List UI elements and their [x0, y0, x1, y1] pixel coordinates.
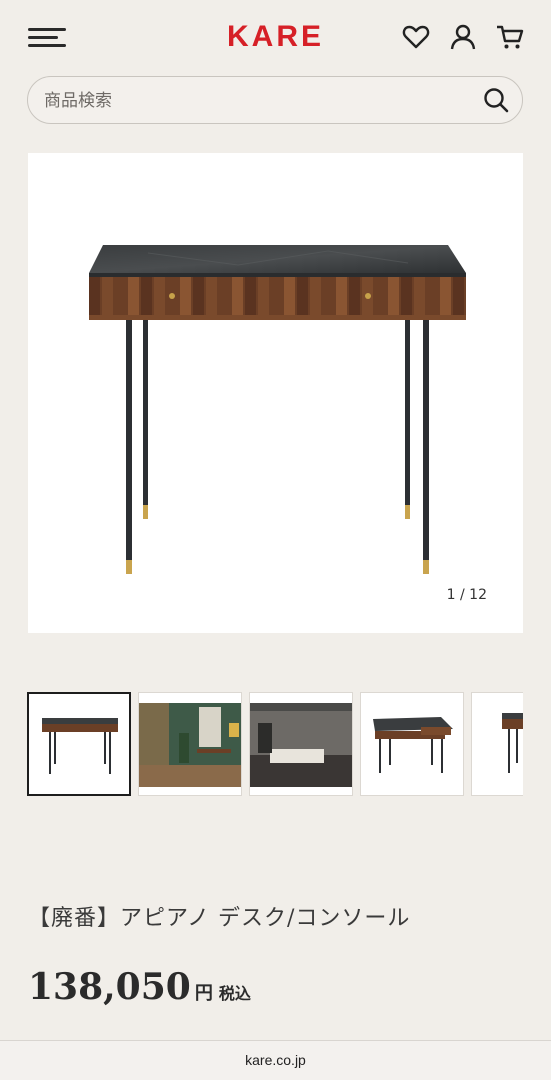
- image-counter: 1 / 12: [446, 587, 487, 603]
- main-product-image[interactable]: 1 / 12: [28, 153, 523, 633]
- tax-label: 税込: [218, 984, 251, 1003]
- heart-icon[interactable]: [401, 22, 431, 52]
- url-text: kare.co.jp: [245, 1052, 306, 1068]
- search-bar: [27, 76, 523, 124]
- site-header: KARE: [0, 0, 551, 76]
- thumbnail-strip: [27, 692, 523, 797]
- thumbnail-5[interactable]: [471, 692, 523, 796]
- thumbnail-1[interactable]: [27, 692, 131, 796]
- thumbnail-3[interactable]: [249, 692, 353, 796]
- thumbnail-4[interactable]: [360, 692, 464, 796]
- cart-icon[interactable]: [495, 22, 525, 52]
- currency-label: 円: [194, 983, 213, 1004]
- price-row: 138,050 円税込: [28, 966, 251, 1008]
- search-icon[interactable]: [482, 86, 510, 114]
- browser-url-bar[interactable]: kare.co.jp: [0, 1040, 551, 1080]
- product-title: 【廃番】アピアノ デスク/コンソール: [28, 906, 411, 931]
- search-input[interactable]: [44, 87, 464, 115]
- product-price: 138,050: [28, 966, 191, 1008]
- user-icon[interactable]: [448, 22, 478, 52]
- thumbnail-2[interactable]: [138, 692, 242, 796]
- desk-illustration: [89, 245, 466, 574]
